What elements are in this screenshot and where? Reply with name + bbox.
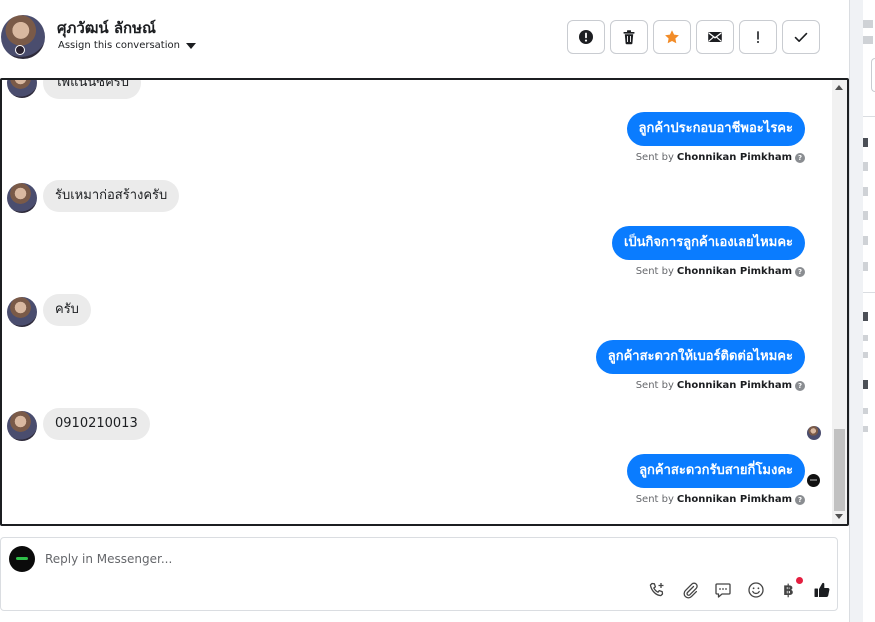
scrollbar-thumb[interactable] xyxy=(834,429,845,511)
panel-text-fragment xyxy=(863,162,868,171)
saved-replies-button[interactable] xyxy=(713,580,732,599)
thumbs-up-icon xyxy=(814,582,829,597)
panel-text-fragment xyxy=(863,352,868,358)
sent-by-prefix: Sent by xyxy=(635,380,674,391)
messenger-badge-icon xyxy=(15,45,25,55)
panel-text-fragment xyxy=(863,312,868,321)
phone-add-icon xyxy=(649,582,663,596)
sent-by-prefix: Sent by xyxy=(635,494,674,505)
sender-avatar[interactable] xyxy=(7,80,37,98)
alert-circle-icon xyxy=(579,30,593,44)
star-button[interactable] xyxy=(653,20,691,54)
seen-indicator-avatar xyxy=(807,426,821,440)
scroll-down-arrow-icon[interactable] xyxy=(835,514,843,519)
help-icon[interactable]: ? xyxy=(795,494,805,505)
outgoing-message[interactable]: ลูกค้าประกอบอาชีพอะไรคะ xyxy=(626,112,805,146)
help-icon[interactable]: ? xyxy=(795,266,805,277)
outgoing-message[interactable]: เป็นกิจการลูกค้าเองเลยไหมคะ xyxy=(611,226,805,260)
delivered-indicator-icon xyxy=(807,474,820,487)
emoji-icon xyxy=(747,581,764,598)
panel-text-fragment xyxy=(863,380,868,389)
outgoing-message[interactable]: ลูกค้าสะดวกรับสายกี่โมงคะ xyxy=(627,454,805,488)
follow-up-button[interactable] xyxy=(739,20,777,54)
panel-text-fragment xyxy=(863,335,868,341)
envelope-icon xyxy=(708,32,722,42)
incoming-message[interactable]: ครับ xyxy=(43,294,91,326)
panel-text-fragment xyxy=(863,236,868,245)
panel-text-fragment xyxy=(863,426,868,432)
scroll-up-arrow-icon[interactable] xyxy=(835,85,843,90)
panel-divider xyxy=(863,116,875,117)
panel-text-fragment xyxy=(863,138,868,147)
delete-button[interactable] xyxy=(610,20,648,54)
panel-text-fragment xyxy=(863,187,868,196)
checkmark-icon xyxy=(794,32,808,42)
contact-avatar[interactable] xyxy=(1,15,45,59)
conversation-actions xyxy=(567,20,820,54)
message-thread[interactable]: ไพ้แนนซ์ครับ ลูกค้าประกอบอาชีพอะไรคะ Sen… xyxy=(0,78,849,526)
panel-text-fragment xyxy=(863,408,868,414)
contact-name[interactable]: ศุภวัฒน์ ลักษณ์ xyxy=(57,16,156,40)
agent-name: Chonnikan Pimkham xyxy=(676,494,792,505)
sent-by-label: Sent by Chonnikan Pimkham ? xyxy=(636,494,805,505)
phone-add-button[interactable] xyxy=(647,580,666,599)
reply-composer: ฿ xyxy=(0,537,838,611)
panel-button-edge[interactable] xyxy=(871,58,875,92)
panel-text-fragment xyxy=(863,20,873,28)
page-avatar xyxy=(9,546,35,572)
notification-dot xyxy=(796,577,803,584)
assign-label: Assign this conversation xyxy=(58,40,180,51)
baht-icon: ฿ xyxy=(783,580,794,599)
chat-bubble-icon xyxy=(714,582,731,598)
panel-text-fragment xyxy=(863,262,868,271)
incoming-message[interactable]: 0910210013 xyxy=(43,408,150,440)
panel-text-fragment xyxy=(863,36,873,44)
like-button[interactable] xyxy=(812,580,831,599)
payment-button[interactable]: ฿ xyxy=(779,577,803,599)
sender-avatar[interactable] xyxy=(7,183,37,213)
help-icon[interactable]: ? xyxy=(795,152,805,163)
panel-divider xyxy=(863,292,875,293)
trash-icon xyxy=(623,30,635,45)
panel-text-fragment xyxy=(863,211,868,220)
attach-button[interactable] xyxy=(680,580,699,599)
mark-done-button[interactable] xyxy=(782,20,820,54)
caret-down-icon xyxy=(185,42,196,49)
paperclip-icon xyxy=(683,582,698,598)
incoming-message[interactable]: รับเหมาก่อสร้างครับ xyxy=(43,180,180,212)
reply-input[interactable] xyxy=(45,550,605,568)
star-icon xyxy=(665,30,679,44)
contact-details-panel xyxy=(849,0,875,622)
emoji-button[interactable] xyxy=(746,580,765,599)
assign-conversation-dropdown[interactable]: Assign this conversation xyxy=(58,40,196,51)
sent-by-label: Sent by Chonnikan Pimkham ? xyxy=(636,380,805,391)
conversation-header: ศุภวัฒน์ ลักษณ์ Assign this conversation xyxy=(0,0,849,78)
agent-name: Chonnikan Pimkham xyxy=(676,152,792,163)
help-icon[interactable]: ? xyxy=(795,380,805,391)
exclamation-icon xyxy=(757,31,759,43)
agent-name: Chonnikan Pimkham xyxy=(676,380,792,391)
incoming-message[interactable]: ไพ้แนนซ์ครับ xyxy=(43,80,142,99)
sent-by-prefix: Sent by xyxy=(635,152,674,163)
sender-avatar[interactable] xyxy=(7,411,37,441)
outgoing-message[interactable]: ลูกค้าสะดวกให้เบอร์ติดต่อไหมคะ xyxy=(595,340,805,374)
thread-scrollbar[interactable] xyxy=(832,80,847,524)
composer-toolbar: ฿ xyxy=(647,577,831,599)
sent-by-label: Sent by Chonnikan Pimkham ? xyxy=(636,152,805,163)
report-button[interactable] xyxy=(567,20,605,54)
mark-unread-button[interactable] xyxy=(696,20,734,54)
sent-by-prefix: Sent by xyxy=(635,266,674,277)
agent-name: Chonnikan Pimkham xyxy=(676,266,792,277)
sent-by-label: Sent by Chonnikan Pimkham ? xyxy=(636,266,805,277)
sender-avatar[interactable] xyxy=(7,297,37,327)
panel-surface xyxy=(863,0,875,622)
